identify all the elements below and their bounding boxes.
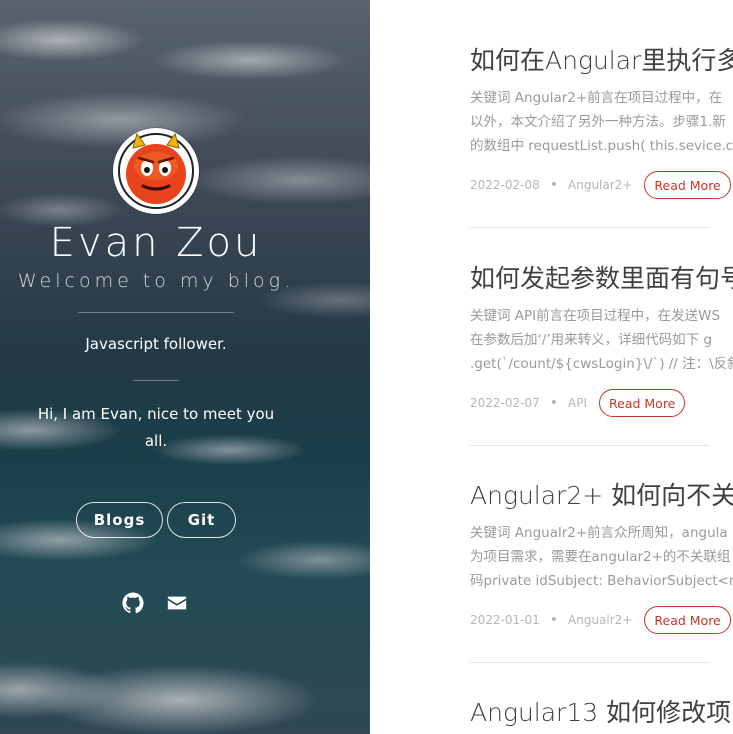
post-title[interactable]: 如何发起参数里面有句号	[470, 262, 733, 296]
excerpt-line: 关键词 API前言在项目过程中，在发送WS	[470, 308, 721, 324]
meta-dot: •	[549, 612, 559, 628]
post-date: 2022-02-07	[470, 396, 540, 410]
post-list: 如何在Angular里执行多个 关键词 Angular2+前言在项目过程中，在 …	[370, 0, 733, 734]
excerpt-line: 关键词 Angualr2+前言众所周知，angula	[470, 525, 728, 541]
post-date: 2022-02-08	[470, 178, 540, 192]
post-divider	[470, 662, 710, 663]
read-more-button[interactable]: Read More	[644, 171, 731, 199]
post-title[interactable]: Angular13 如何修改项目的	[470, 696, 733, 730]
devil-face-icon	[118, 132, 194, 209]
post-title[interactable]: 如何在Angular里执行多个	[470, 44, 733, 78]
meta-dot: •	[549, 395, 559, 411]
intro-text: Javascript follower.	[85, 335, 227, 353]
post-tag[interactable]: API	[568, 396, 587, 410]
post-divider	[470, 445, 710, 446]
avatar	[113, 128, 199, 214]
post-item: Angular13 如何修改项目的	[470, 696, 733, 730]
post-divider	[470, 227, 710, 228]
github-icon[interactable]	[122, 592, 144, 614]
post-title[interactable]: Angular2+ 如何向不关联	[470, 479, 733, 513]
sidebar: Evan Zou Welcome to my blog. Javascript …	[0, 0, 370, 734]
post-excerpt: 关键词 Angualr2+前言众所周知，angula 为项目需求，需要在angu…	[470, 521, 733, 593]
excerpt-line: 在参数后加‘/’用来转义，详细代码如下 g	[470, 332, 712, 348]
read-more-button[interactable]: Read More	[599, 389, 686, 417]
post-date: 2022-01-01	[470, 613, 540, 627]
blogs-button[interactable]: Blogs	[76, 502, 163, 538]
post-meta: 2022-01-01 • Angualr2+ Read More	[470, 605, 733, 635]
site-tagline: Welcome to my blog.	[17, 270, 295, 292]
git-button[interactable]: Git	[167, 502, 236, 538]
excerpt-line: 为项目需求，需要在angular2+的不关联组	[470, 549, 731, 565]
greeting-line-2: all.	[144, 432, 168, 450]
divider	[133, 380, 179, 381]
site-owner-name: Evan Zou	[49, 220, 263, 266]
excerpt-line: .get(`/count/${cwsLogin}\/`) // 注：\反斜	[470, 356, 733, 372]
post-tag[interactable]: Angular2+	[568, 178, 632, 192]
excerpt-line: 以外，本文介绍了另外一种方法。步骤1.新	[470, 114, 726, 130]
post-item: Angular2+ 如何向不关联 关键词 Angualr2+前言众所周知，ang…	[470, 479, 733, 635]
read-more-button[interactable]: Read More	[644, 606, 731, 634]
post-meta: 2022-02-08 • Angular2+ Read More	[470, 170, 733, 200]
post-excerpt: 关键词 Angular2+前言在项目过程中，在 以外，本文介绍了另外一种方法。步…	[470, 86, 733, 158]
greeting-line-1: Hi, I am Evan, nice to meet you	[37, 405, 275, 423]
excerpt-line: 的数组中 requestList.push( this.sevice.c	[470, 138, 733, 154]
post-item: 如何在Angular里执行多个 关键词 Angular2+前言在项目过程中，在 …	[470, 44, 733, 200]
excerpt-line: 关键词 Angular2+前言在项目过程中，在	[470, 90, 723, 106]
email-icon[interactable]	[166, 592, 188, 614]
sidebar-background	[0, 0, 370, 734]
meta-dot: •	[549, 177, 559, 193]
post-item: 如何发起参数里面有句号 关键词 API前言在项目过程中，在发送WS 在参数后加‘…	[470, 262, 733, 418]
post-tag[interactable]: Angualr2+	[568, 613, 632, 627]
post-meta: 2022-02-07 • API Read More	[470, 388, 733, 418]
post-excerpt: 关键词 API前言在项目过程中，在发送WS 在参数后加‘/’用来转义，详细代码如…	[470, 304, 733, 376]
excerpt-line: 码private idSubject: BehaviorSubject<n	[470, 573, 733, 589]
divider	[78, 312, 234, 313]
